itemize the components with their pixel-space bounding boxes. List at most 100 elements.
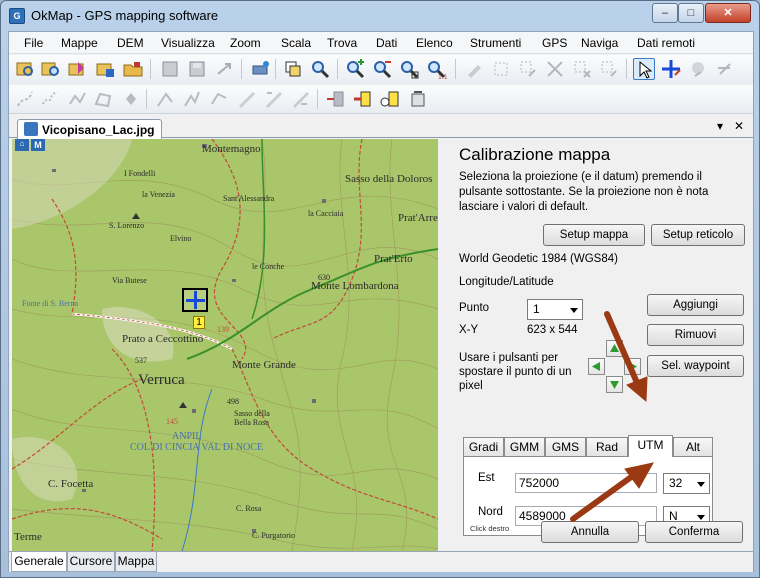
menu-visualizza[interactable]: Visualizza: [161, 36, 215, 50]
add-point-button[interactable]: Aggiungi: [647, 294, 744, 316]
move-point-icon[interactable]: [544, 58, 566, 80]
document-dropdown-icon[interactable]: ▾: [717, 119, 723, 133]
zoom-fit-icon[interactable]: [398, 58, 420, 80]
menu-gps[interactable]: GPS: [542, 36, 567, 50]
tab-alt[interactable]: Alt: [673, 437, 713, 456]
zoom-actual-size-icon[interactable]: 1:1: [425, 58, 448, 81]
layers-icon[interactable]: [282, 58, 304, 80]
menu-zoom[interactable]: Zoom: [230, 36, 261, 50]
minimize-button[interactable]: –: [652, 3, 678, 23]
tab-rad[interactable]: Rad: [586, 437, 628, 456]
map-mode-icon[interactable]: M: [31, 139, 45, 151]
menu-dati[interactable]: Dati: [376, 36, 397, 50]
zoom-out-icon[interactable]: [371, 58, 393, 80]
zone-select[interactable]: 32: [663, 473, 710, 494]
confirm-button[interactable]: Conferma: [645, 521, 743, 543]
move-right-button[interactable]: [624, 358, 641, 375]
annulla-button[interactable]: Annulla: [541, 521, 639, 543]
calibration-cursor-icon[interactable]: [182, 288, 208, 312]
track-icon[interactable]: [39, 88, 61, 110]
point-select[interactable]: 1: [527, 299, 583, 320]
menu-elenco[interactable]: Elenco: [416, 36, 453, 50]
map-label-fondelli: I Fondelli: [124, 169, 156, 178]
menu-trova[interactable]: Trova: [327, 36, 357, 50]
menu-dati-remoti[interactable]: Dati remoti: [637, 36, 695, 50]
open-map-icon[interactable]: [14, 58, 36, 80]
tab-gmm[interactable]: GMM: [504, 437, 545, 456]
remove-point-button[interactable]: Rimuovi: [647, 324, 744, 346]
arrow-up-icon: [610, 344, 619, 352]
map-view[interactable]: ⌂ M Montemagno Sasso della Doloros Sant'…: [12, 139, 438, 551]
edit-route-icon[interactable]: [154, 88, 176, 110]
move-down-button[interactable]: [606, 376, 623, 393]
receive-gps-icon[interactable]: [352, 88, 374, 110]
face-icon[interactable]: [687, 58, 709, 80]
find-map-icon[interactable]: [39, 58, 61, 80]
open-vector-icon[interactable]: [66, 58, 88, 80]
pointer-tool-icon[interactable]: [633, 58, 655, 80]
tab-gms[interactable]: GMS: [545, 437, 586, 456]
menu-scala[interactable]: Scala: [281, 36, 311, 50]
projection-label: Longitude/Latitude: [459, 276, 554, 288]
map-label-pratarre: Prat'Arre: [398, 212, 438, 224]
calibration-panel: Calibrazione mappa Seleziona la proiezio…: [440, 139, 752, 551]
export-icon[interactable]: [213, 58, 235, 80]
zoom-in-icon[interactable]: [344, 58, 366, 80]
waypoint-icon[interactable]: [120, 88, 142, 110]
grid-icon[interactable]: [490, 58, 512, 80]
maximize-button[interactable]: □: [678, 3, 704, 23]
toolbar-separator: [626, 59, 627, 79]
grid-edit-icon[interactable]: [517, 58, 539, 80]
menu-dem[interactable]: DEM: [117, 36, 144, 50]
close-window-button[interactable]: ✕: [705, 3, 751, 23]
save-icon[interactable]: [159, 58, 181, 80]
toolbar-separator: [337, 59, 338, 79]
window-title: OkMap - GPS mapping software: [31, 8, 219, 23]
tab-utm[interactable]: UTM: [628, 435, 673, 457]
search-icon[interactable]: [309, 58, 331, 80]
polyline-icon[interactable]: [66, 88, 88, 110]
move-up-button[interactable]: [606, 340, 623, 357]
tab-generale[interactable]: Generale: [11, 552, 67, 572]
setup-map-button[interactable]: Setup mappa: [543, 224, 645, 246]
edit-pencil-icon[interactable]: [463, 58, 485, 80]
measure-area-icon[interactable]: [262, 88, 284, 110]
snap-icon[interactable]: [598, 58, 620, 80]
profile-icon[interactable]: [289, 88, 311, 110]
tab-cursore[interactable]: Cursore: [67, 552, 115, 572]
tab-gradi[interactable]: Gradi: [463, 437, 504, 456]
setup-grid-button[interactable]: Setup reticolo: [651, 224, 745, 246]
delete-point-icon[interactable]: [571, 58, 593, 80]
edit-shape-icon[interactable]: [208, 88, 230, 110]
calibration-point-icon[interactable]: [660, 58, 682, 80]
measure-icon[interactable]: [235, 88, 257, 110]
arrow-right-icon: [629, 362, 637, 371]
menu-naviga[interactable]: Naviga: [581, 36, 618, 50]
send-gps-icon[interactable]: [325, 88, 347, 110]
est-input[interactable]: 752000: [515, 473, 657, 493]
map-label-le-conche: le Conche: [252, 262, 285, 271]
save-as-icon[interactable]: [186, 58, 208, 80]
draw-icon[interactable]: [714, 58, 736, 80]
route-icon[interactable]: [14, 88, 36, 110]
menu-mappe[interactable]: Mappe: [61, 36, 98, 50]
gps-realtime-icon[interactable]: [379, 88, 401, 110]
tab-mappa[interactable]: Mappa: [115, 552, 157, 572]
polygon-icon[interactable]: [92, 88, 114, 110]
select-waypoint-button[interactable]: Sel. waypoint: [647, 355, 744, 377]
open-gps-data-icon[interactable]: [94, 58, 116, 80]
open-folder-icon[interactable]: [122, 58, 144, 80]
move-hint: Usare i pulsanti per spostare il punto d…: [459, 352, 572, 392]
menu-file[interactable]: File: [24, 36, 43, 50]
map-label-elev-537: 537: [135, 356, 147, 365]
tab-vicopisano-lac[interactable]: Vicopisano_Lac.jpg: [17, 119, 162, 139]
gps-settings-icon[interactable]: [407, 88, 429, 110]
edit-track-icon[interactable]: [181, 88, 203, 110]
move-left-button[interactable]: [588, 358, 605, 375]
menu-strumenti[interactable]: Strumenti: [470, 36, 521, 50]
panel-title: Calibrazione mappa: [459, 145, 611, 164]
home-icon[interactable]: ⌂: [15, 139, 29, 151]
arrow-down-icon: [610, 381, 619, 389]
close-document-icon[interactable]: ✕: [734, 119, 744, 133]
print-icon[interactable]: [249, 58, 271, 80]
